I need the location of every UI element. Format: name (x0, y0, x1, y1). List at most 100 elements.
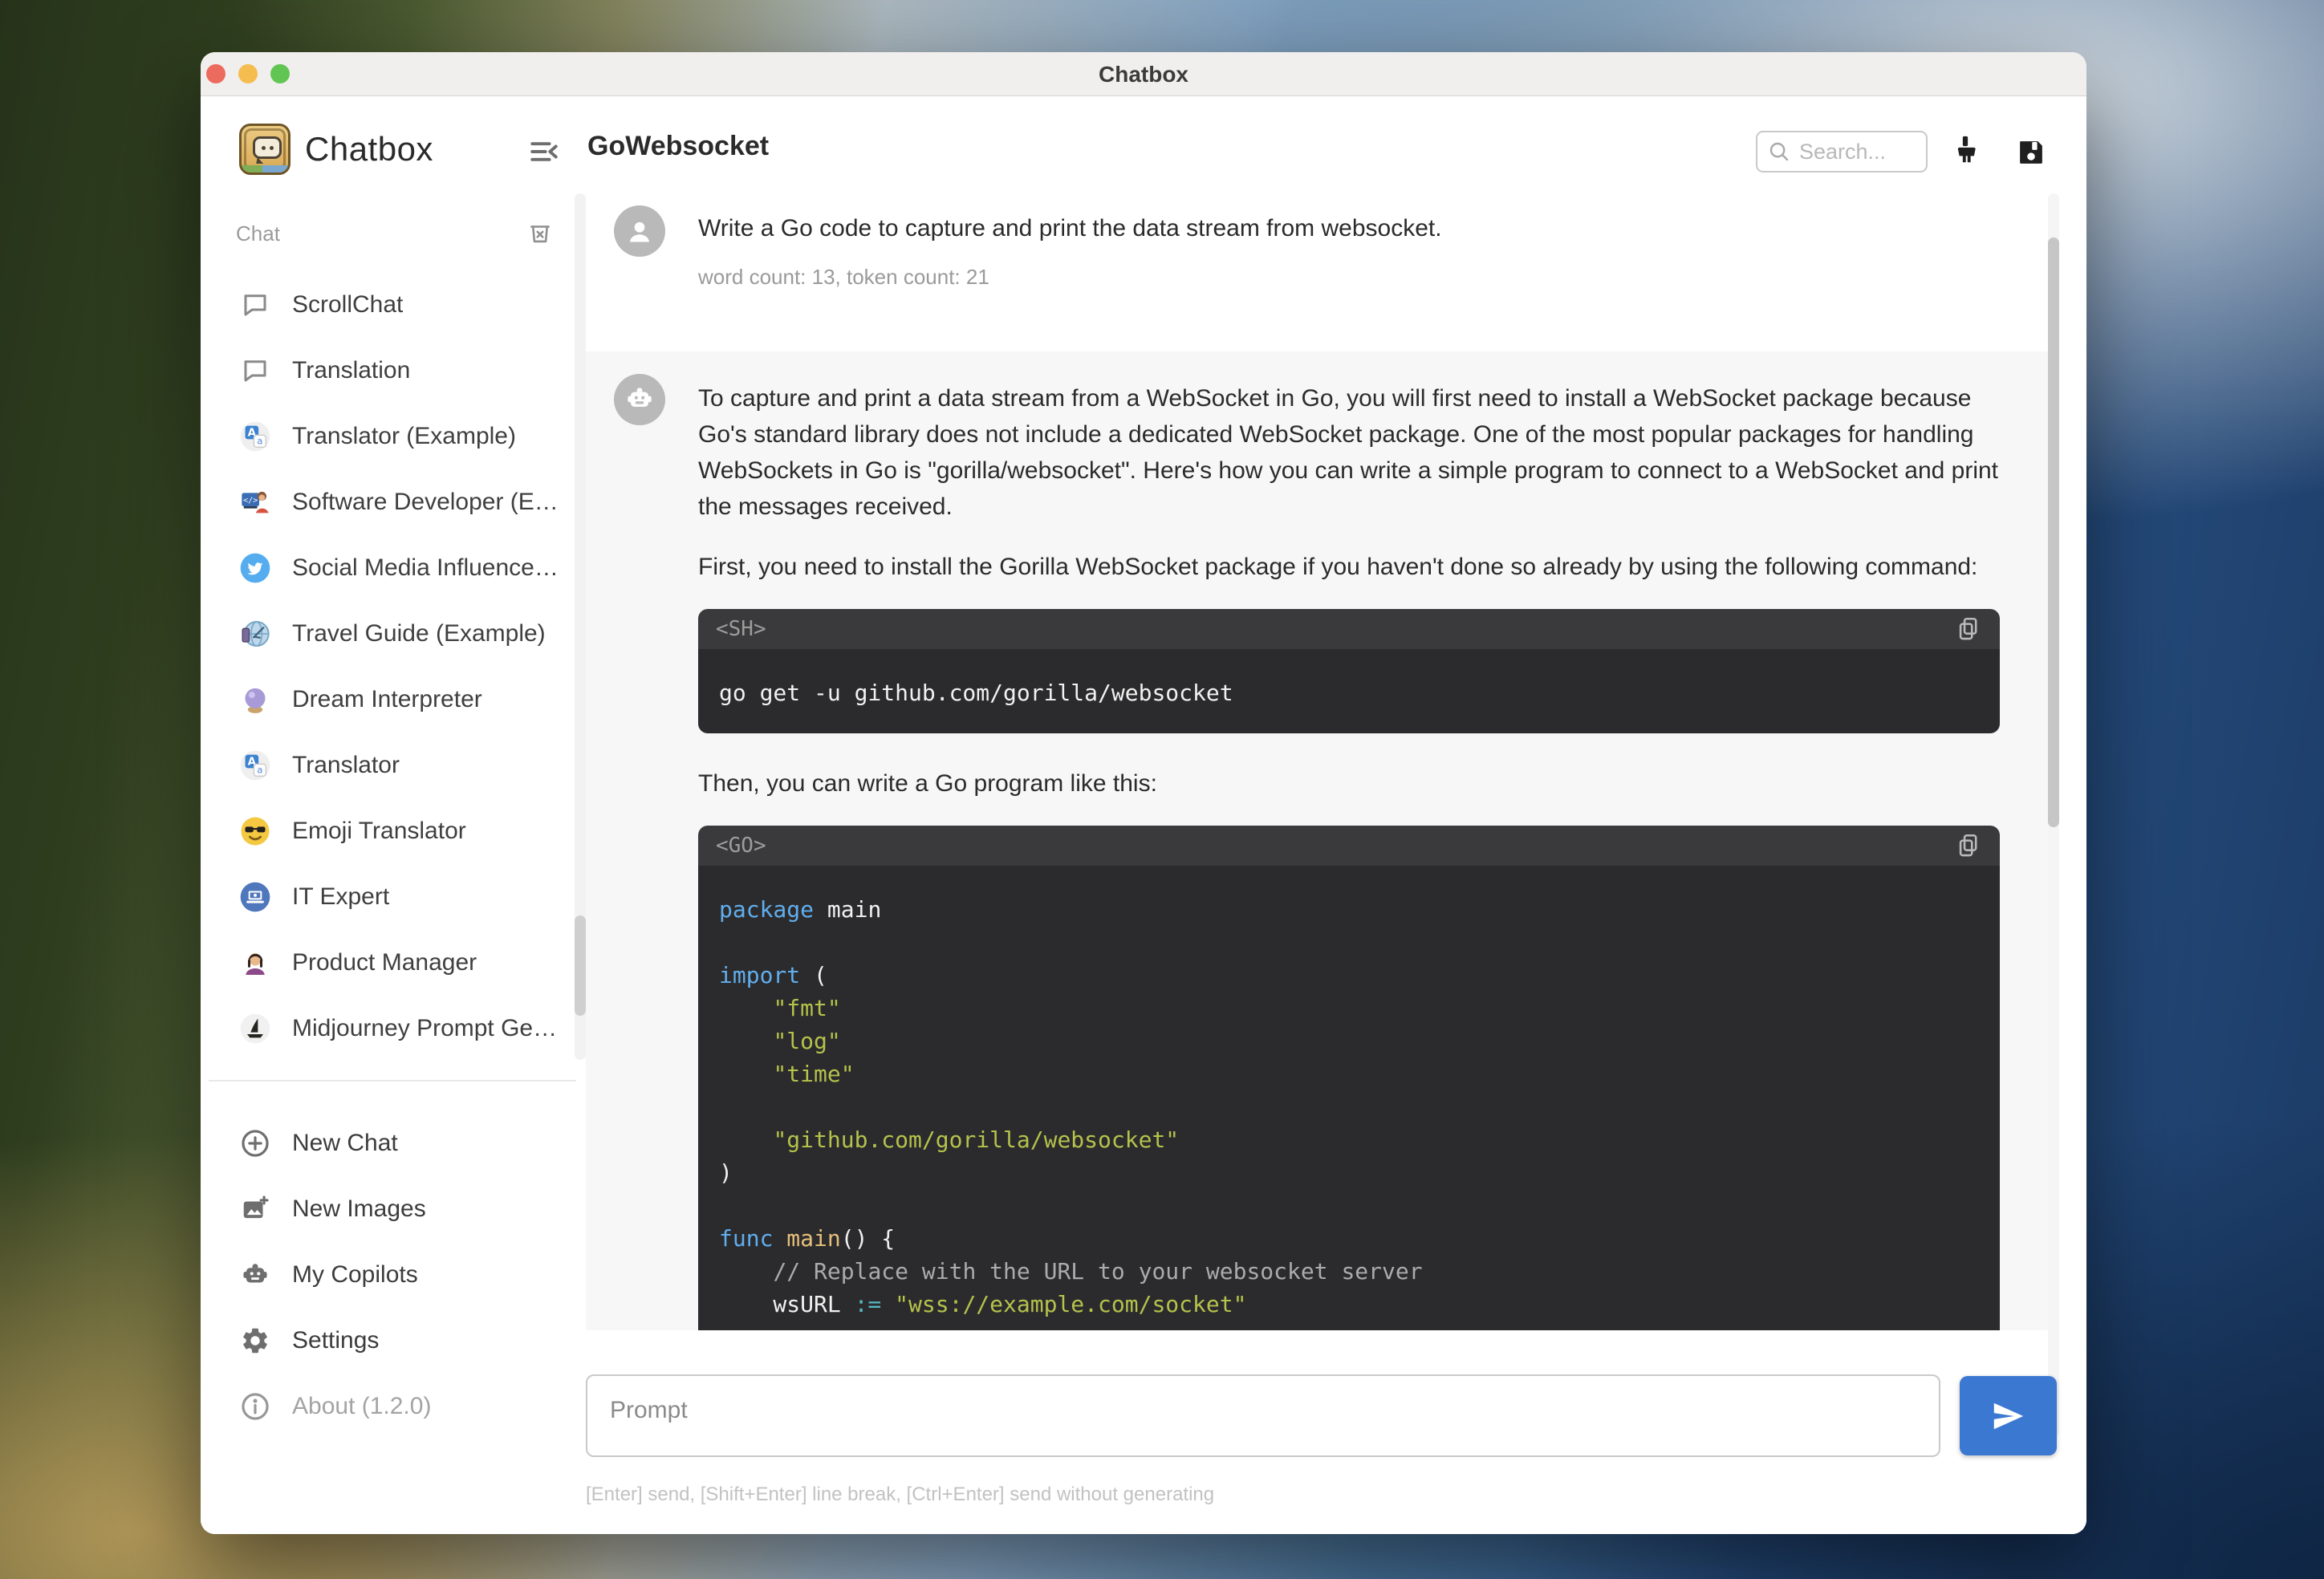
code-language-label: <SH> (716, 617, 766, 641)
sidebar-item-travel-guide[interactable]: Travel Guide (Example) (220, 601, 559, 667)
twitter-bird-icon (239, 552, 271, 584)
search-icon (1767, 140, 1791, 164)
sidebar-item-it-expert[interactable]: IT Expert (220, 864, 559, 930)
sailboat-icon (239, 1013, 271, 1045)
info-circle-icon (239, 1390, 271, 1423)
clean-brush-icon[interactable] (1948, 134, 1982, 171)
app-name: Chatbox (305, 130, 433, 168)
code-body[interactable]: package main import ( "fmt" "log" "time"… (698, 866, 2000, 1330)
sidebar-item-translation[interactable]: Translation (220, 338, 559, 404)
nav-item-label: New Images (292, 1195, 426, 1222)
assistant-paragraph-1: To capture and print a data stream from … (698, 385, 1999, 520)
chat-item-label: Software Developer (E… (292, 489, 559, 515)
user-message-meta: word count: 13, token count: 21 (698, 265, 989, 289)
main-header: GoWebsocket (530, 97, 2086, 193)
code-block-sh: <SH> go get -u github.com/gorilla/websoc… (698, 609, 2000, 733)
sidebar-item-social-media-influencer[interactable]: Social Media Influencer… (220, 535, 559, 601)
about-button[interactable]: About (1.2.0) (220, 1374, 559, 1439)
nav-item-label: My Copilots (292, 1261, 418, 1288)
sidebar-item-software-developer[interactable]: </> Software Developer (E… (220, 469, 559, 535)
sidebar-divider (209, 1080, 576, 1082)
code-block-go: <GO> package main import ( "fmt" "log" "… (698, 826, 2000, 1330)
sidebar-brand: Chatbox (239, 124, 433, 175)
crystal-ball-icon (239, 684, 271, 716)
chat-item-label: Travel Guide (Example) (292, 620, 546, 647)
new-images-button[interactable]: New Images (220, 1176, 559, 1242)
user-message: Write a Go code to capture and print the… (586, 193, 2048, 351)
plus-circle-icon (239, 1127, 271, 1159)
send-button[interactable] (1960, 1376, 2057, 1455)
translate-icon: Aa (239, 749, 271, 781)
code-block-header: <GO> (698, 826, 2000, 866)
sidebar-item-scrollchat[interactable]: ScrollChat (220, 272, 559, 338)
code-body[interactable]: go get -u github.com/gorilla/websocket (698, 649, 2000, 733)
travel-globe-icon (239, 618, 271, 650)
search-box[interactable] (1756, 131, 1928, 173)
sidebar-scrollbar-thumb[interactable] (575, 915, 586, 1016)
clear-conversations-icon[interactable] (526, 220, 554, 247)
window-titlebar[interactable]: Chatbox (201, 52, 2086, 96)
search-input[interactable] (1799, 139, 1903, 164)
sidebar-item-translator-example[interactable]: Aa Translator (Example) (220, 404, 559, 469)
chat-item-label: Translator (Example) (292, 423, 516, 449)
chat-bubble-icon (239, 355, 271, 387)
new-chat-button[interactable]: New Chat (220, 1110, 559, 1176)
assistant-robot-avatar (614, 374, 665, 425)
sunglasses-emoji-icon (239, 815, 271, 847)
nav-item-label: Settings (292, 1327, 380, 1354)
assistant-paragraph-3: Then, you can write a Go program like th… (698, 770, 1157, 797)
composer-hint: [Enter] send, [Shift+Enter] line break, … (586, 1484, 1215, 1505)
sidebar-item-midjourney-prompt[interactable]: Midjourney Prompt Ge… (220, 996, 559, 1061)
chat-item-label: Dream Interpreter (292, 686, 482, 712)
chat-item-label: Product Manager (292, 949, 477, 976)
user-message-text: Write a Go code to capture and print the… (698, 215, 1442, 242)
sidebar-item-translator[interactable]: Aa Translator (220, 733, 559, 798)
copy-code-icon[interactable] (1955, 615, 1982, 643)
sidebar-item-dream-interpreter[interactable]: Dream Interpreter (220, 667, 559, 733)
robot-icon (239, 1259, 271, 1291)
chat-item-label: IT Expert (292, 883, 390, 910)
window-title: Chatbox (1099, 62, 1188, 87)
svg-text:a: a (257, 435, 262, 446)
sidebar-bottom-nav: New Chat New Images My Copilots Settings… (220, 1110, 559, 1439)
chat-item-label: Translator (292, 752, 400, 778)
chat-item-label: ScrollChat (292, 291, 404, 318)
composer: [Enter] send, [Shift+Enter] line break, … (586, 1374, 2086, 1506)
send-icon (1993, 1402, 2023, 1429)
code-language-label: <GO> (716, 834, 766, 858)
chat-section-label: Chat (236, 221, 280, 246)
image-plus-icon (239, 1193, 271, 1225)
nav-item-label: New Chat (292, 1130, 398, 1156)
my-copilots-button[interactable]: My Copilots (220, 1242, 559, 1308)
laptop-badge-icon (239, 881, 271, 913)
gear-icon (239, 1325, 271, 1357)
main-pane: GoWebsocket Search... Write a Go code to… (530, 97, 2086, 1534)
save-icon[interactable] (2016, 137, 2046, 168)
translate-icon: Aa (239, 420, 271, 453)
chat-item-label: Midjourney Prompt Ge… (292, 1015, 558, 1041)
user-avatar (614, 205, 665, 257)
chatbox-window: Chatbox Chatbox Chat ScrollChat Translat… (201, 52, 2086, 1534)
chat-scrollbar[interactable] (2048, 193, 2059, 1437)
conversation-title: GoWebsocket (587, 131, 770, 161)
sidebar-item-emoji-translator[interactable]: Emoji Translator (220, 798, 559, 864)
collapse-sidebar-icon[interactable] (528, 137, 560, 166)
chat-scrollbar-thumb[interactable] (2048, 237, 2059, 827)
nav-item-label: About (1.2.0) (292, 1393, 432, 1419)
chatbox-logo-icon (239, 124, 290, 175)
settings-button[interactable]: Settings (220, 1308, 559, 1374)
copy-code-icon[interactable] (1955, 832, 1982, 859)
sidebar-scrollbar[interactable] (575, 193, 586, 1060)
chat-item-label: Emoji Translator (292, 818, 466, 844)
chat-bubble-icon (239, 289, 271, 321)
sidebar-item-product-manager[interactable]: Product Manager (220, 930, 559, 996)
svg-text:a: a (257, 764, 262, 775)
sidebar: Chatbox Chat ScrollChat Translation A a … (201, 97, 586, 1534)
developer-icon: </> (239, 486, 271, 518)
chat-section-header: Chat (236, 217, 554, 250)
assistant-paragraph-2: First, you need to install the Gorilla W… (698, 554, 1978, 580)
chat-list: ScrollChat Translation Aa Translator (Ex… (220, 272, 559, 1061)
chat-message-area[interactable]: Write a Go code to capture and print the… (586, 193, 2048, 1330)
prompt-input[interactable] (586, 1374, 1940, 1457)
svg-text:</>: </> (243, 497, 258, 505)
